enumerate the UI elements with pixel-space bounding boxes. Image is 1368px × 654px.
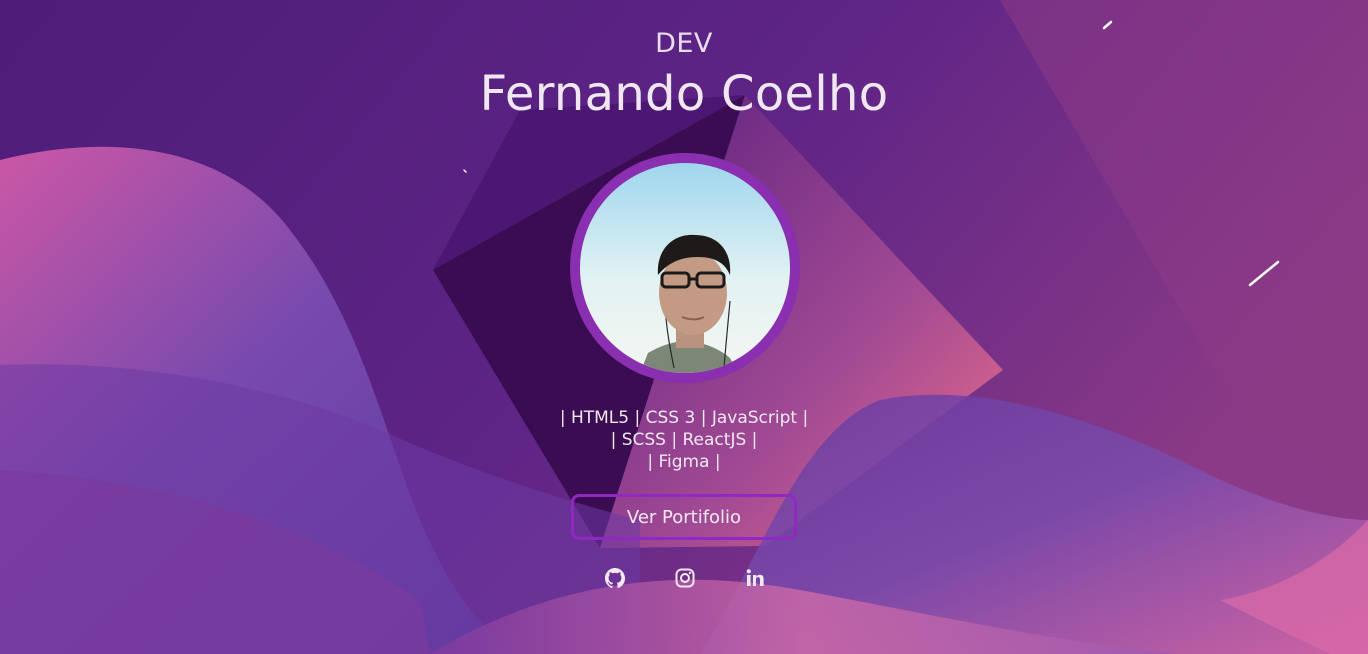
instagram-icon[interactable]	[673, 566, 697, 590]
view-portfolio-button[interactable]: Ver Portifolio	[571, 494, 797, 540]
skills-line: | SCSS | ReactJS |	[610, 430, 758, 450]
hero-section: DEV Fernando Coelho | HTML5 | CSS 3 | Ja…	[0, 0, 1368, 654]
skills-line: | HTML5 | CSS 3 | JavaScript |	[559, 408, 809, 428]
hero-eyebrow: DEV	[655, 28, 713, 59]
linkedin-icon[interactable]	[743, 566, 767, 590]
avatar-ring	[570, 153, 800, 383]
skills-list: | HTML5 | CSS 3 | JavaScript | | SCSS | …	[0, 407, 1368, 473]
skills-line: | Figma |	[647, 452, 721, 472]
github-icon[interactable]	[603, 566, 627, 590]
hero-name: Fernando Coelho	[479, 66, 889, 122]
avatar	[580, 163, 790, 373]
